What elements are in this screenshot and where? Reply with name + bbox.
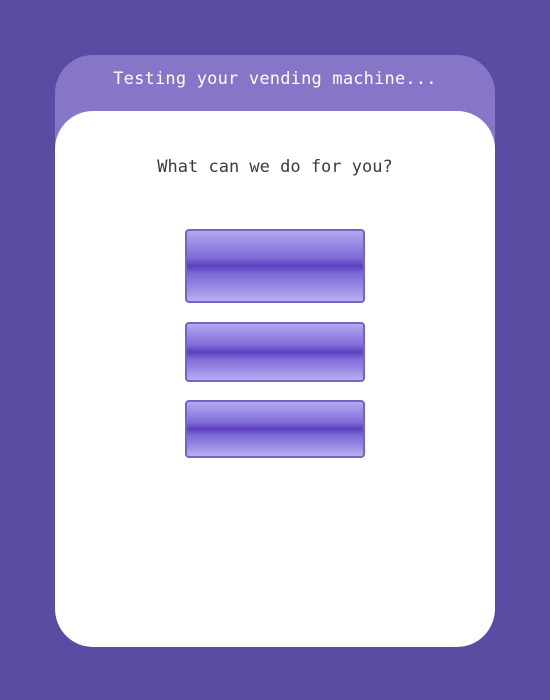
vending-test-window: Testing your vending machine... What can… [55,55,495,647]
option-button-3[interactable] [185,400,365,458]
option-button-2[interactable] [185,322,365,382]
prompt-text: What can we do for you? [157,157,393,177]
content-panel: What can we do for you? [55,111,495,647]
header-title: Testing your vending machine... [113,69,437,89]
option-button-1[interactable] [185,229,365,303]
